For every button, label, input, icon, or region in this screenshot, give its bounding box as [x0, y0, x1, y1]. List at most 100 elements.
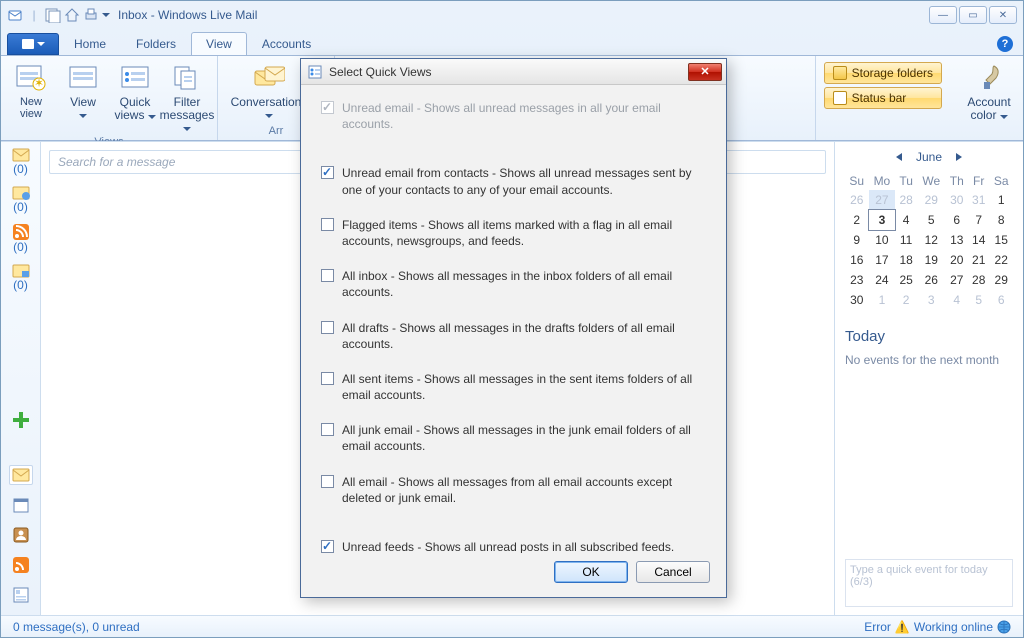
- nav-calendar-icon[interactable]: [9, 495, 33, 515]
- calendar-day[interactable]: 16: [845, 250, 869, 270]
- next-month-button[interactable]: [956, 153, 962, 161]
- calendar-day[interactable]: 21: [968, 250, 989, 270]
- nav-newsgroups-icon[interactable]: [9, 585, 33, 605]
- calendar-day[interactable]: 29: [989, 270, 1013, 290]
- quickview-option[interactable]: All sent items - Shows all messages in t…: [321, 366, 710, 417]
- mini-calendar[interactable]: SuMoTuWeThFrSa26272829303112345678910111…: [845, 172, 1013, 310]
- quickview-unread-mail[interactable]: (0): [9, 148, 33, 176]
- print-icon[interactable]: [83, 7, 99, 23]
- checkbox[interactable]: [321, 321, 334, 334]
- calendar-day[interactable]: 5: [968, 290, 989, 310]
- cancel-button[interactable]: Cancel: [636, 561, 710, 583]
- checkbox[interactable]: [321, 218, 334, 231]
- calendar-day[interactable]: 29: [917, 190, 946, 210]
- new-mail-icon[interactable]: [45, 7, 61, 23]
- calendar-day[interactable]: 30: [845, 290, 869, 310]
- view-button[interactable]: View: [59, 60, 107, 123]
- calendar-day[interactable]: 19: [917, 250, 946, 270]
- calendar-day[interactable]: 2: [845, 210, 869, 230]
- calendar-day[interactable]: 22: [989, 250, 1013, 270]
- status-bar-toggle[interactable]: Status bar: [824, 87, 942, 109]
- calendar-day[interactable]: 3: [869, 210, 896, 230]
- nav-contacts-icon[interactable]: [9, 525, 33, 545]
- quickview-option[interactable]: Unread email from contacts - Shows all u…: [321, 160, 710, 211]
- new-view-button[interactable]: ✶ Newview: [7, 60, 55, 122]
- quick-views-button[interactable]: Quickviews: [111, 60, 159, 124]
- status-error[interactable]: Error: [864, 620, 891, 634]
- status-bar-label: Status bar: [852, 91, 907, 105]
- calendar-day[interactable]: 2: [895, 290, 917, 310]
- calendar-day[interactable]: 1: [869, 290, 896, 310]
- status-working[interactable]: Working online: [914, 620, 993, 634]
- filter-messages-button[interactable]: Filtermessages: [163, 60, 211, 136]
- nav-mail-icon[interactable]: [9, 465, 33, 485]
- calendar-day[interactable]: 27: [869, 190, 896, 210]
- checkbox[interactable]: [321, 372, 334, 385]
- quickview-option[interactable]: All email - Shows all messages from all …: [321, 469, 710, 520]
- calendar-day[interactable]: 6: [989, 290, 1013, 310]
- calendar-day[interactable]: 24: [869, 270, 896, 290]
- calendar-day[interactable]: 14: [968, 230, 989, 250]
- calendar-day[interactable]: 13: [946, 230, 968, 250]
- calendar-day[interactable]: 28: [968, 270, 989, 290]
- calendar-day[interactable]: 8: [989, 210, 1013, 230]
- calendar-day[interactable]: 30: [946, 190, 968, 210]
- calendar-day[interactable]: 1: [989, 190, 1013, 210]
- quickview-option[interactable]: All drafts - Shows all messages in the d…: [321, 315, 710, 366]
- calendar-day[interactable]: 4: [895, 210, 917, 230]
- quickview-news[interactable]: (0): [9, 264, 33, 292]
- calendar-day[interactable]: 26: [845, 190, 869, 210]
- calendar-day[interactable]: 11: [895, 230, 917, 250]
- dialog-close-button[interactable]: ✕: [688, 63, 722, 81]
- calendar-day[interactable]: 23: [845, 270, 869, 290]
- quickview-feeds[interactable]: (0): [9, 224, 33, 254]
- calendar-day[interactable]: 10: [869, 230, 896, 250]
- file-menu-button[interactable]: [7, 33, 59, 55]
- calendar-day[interactable]: 4: [946, 290, 968, 310]
- calendar-day[interactable]: 12: [917, 230, 946, 250]
- checkbox[interactable]: [321, 423, 334, 436]
- maximize-button[interactable]: ▭: [959, 6, 987, 24]
- home-icon[interactable]: [64, 7, 80, 23]
- quickview-option[interactable]: Flagged items - Shows all items marked w…: [321, 212, 710, 263]
- calendar-day[interactable]: 18: [895, 250, 917, 270]
- calendar-day[interactable]: 17: [869, 250, 896, 270]
- checkbox[interactable]: [321, 166, 334, 179]
- calendar-day[interactable]: 6: [946, 210, 968, 230]
- quickview-option[interactable]: Unread feeds - Shows all unread posts in…: [321, 534, 710, 553]
- prev-month-button[interactable]: [896, 153, 902, 161]
- close-button[interactable]: ✕: [989, 6, 1017, 24]
- quickview-option[interactable]: All junk email - Shows all messages in t…: [321, 417, 710, 468]
- calendar-day[interactable]: 31: [968, 190, 989, 210]
- ok-button[interactable]: OK: [554, 561, 628, 583]
- calendar-day[interactable]: 20: [946, 250, 968, 270]
- tab-folders[interactable]: Folders: [121, 32, 191, 55]
- tab-view[interactable]: View: [191, 32, 247, 55]
- calendar-day[interactable]: 5: [917, 210, 946, 230]
- help-icon[interactable]: ?: [997, 36, 1013, 52]
- calendar-day[interactable]: 27: [946, 270, 968, 290]
- nav-feeds-icon[interactable]: [9, 555, 33, 575]
- quickview-unread-contacts[interactable]: (0): [9, 186, 33, 214]
- calendar-day[interactable]: 7: [968, 210, 989, 230]
- calendar-day[interactable]: 25: [895, 270, 917, 290]
- calendar-day[interactable]: 26: [917, 270, 946, 290]
- tab-home[interactable]: Home: [59, 32, 121, 55]
- calendar-day[interactable]: 15: [989, 230, 1013, 250]
- add-account-button[interactable]: [9, 411, 33, 429]
- checkbox[interactable]: [321, 269, 334, 282]
- qat-dropdown-icon[interactable]: [102, 13, 110, 17]
- storage-folders-toggle[interactable]: Storage folders: [824, 62, 942, 84]
- calendar-day[interactable]: 3: [917, 290, 946, 310]
- quick-views-label: Quickviews: [114, 95, 150, 122]
- dow-label: Th: [946, 172, 968, 190]
- account-color-button[interactable]: Accountcolor: [961, 60, 1017, 124]
- checkbox[interactable]: [321, 540, 334, 553]
- minimize-button[interactable]: —: [929, 6, 957, 24]
- checkbox[interactable]: [321, 475, 334, 488]
- quick-event-input[interactable]: Type a quick event for today (6/3): [845, 559, 1013, 607]
- calendar-day[interactable]: 28: [895, 190, 917, 210]
- quickview-option[interactable]: All inbox - Shows all messages in the in…: [321, 263, 710, 314]
- calendar-day[interactable]: 9: [845, 230, 869, 250]
- tab-accounts[interactable]: Accounts: [247, 32, 326, 55]
